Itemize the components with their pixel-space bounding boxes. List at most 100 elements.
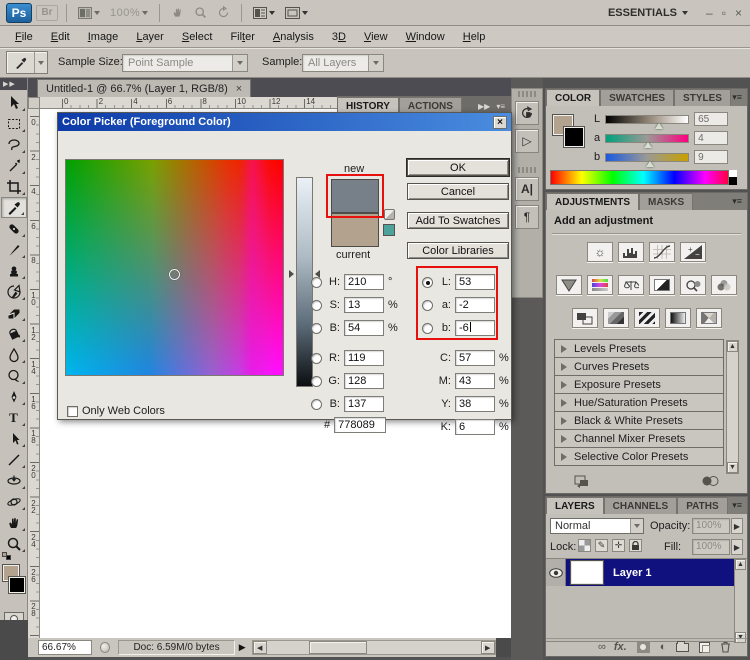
slider-thumb[interactable] [644, 142, 652, 148]
menu-edit[interactable]: Edit [42, 28, 79, 46]
tool-magic-wand[interactable] [1, 155, 27, 176]
color-spectrum-ramp[interactable] [550, 170, 737, 185]
zoom-level-dropdown[interactable]: 100% [107, 7, 151, 19]
gradient-map-adjustment-icon[interactable] [665, 308, 691, 328]
tool-lasso[interactable] [1, 134, 27, 155]
panel-menu-icon[interactable]: ▾≡ [732, 92, 747, 106]
preset-hue-saturation-presets[interactable]: Hue/Saturation Presets [554, 393, 724, 412]
bridge-button[interactable]: Br [36, 5, 58, 21]
preset-levels-presets[interactable]: Levels Presets [554, 339, 724, 358]
link-layers-icon[interactable]: ∞ [598, 641, 604, 653]
lock-transparency-icon[interactable] [578, 539, 591, 552]
preset-black-white-presets[interactable]: Black & White Presets [554, 411, 724, 430]
history-panel-icon[interactable] [515, 101, 539, 125]
actions-panel-icon[interactable]: ▷ [515, 129, 539, 153]
fill-slider-arrow[interactable]: ▶ [731, 539, 743, 555]
expand-triangle-icon[interactable] [561, 435, 567, 443]
status-info-icon[interactable] [100, 642, 111, 653]
menu-3d[interactable]: 3D [323, 28, 355, 46]
posterize-adjustment-icon[interactable] [603, 308, 629, 328]
h-input[interactable]: 210 [344, 274, 384, 290]
ok-button[interactable]: OK [407, 159, 509, 176]
r-input[interactable]: 119 [344, 350, 384, 366]
tool-clone-stamp[interactable] [1, 260, 27, 281]
dialog-titlebar[interactable]: Color Picker (Foreground Color) × [58, 113, 511, 131]
tool-line[interactable] [1, 449, 27, 470]
scroll-up-button[interactable]: ▲ [735, 559, 746, 570]
adjustments-tab-adjustments[interactable]: ADJUSTMENTS [546, 193, 639, 210]
minimize-button[interactable]: – [706, 6, 713, 20]
m-input[interactable]: 43 [455, 373, 495, 389]
menu-layer[interactable]: Layer [127, 28, 173, 46]
radio-h[interactable] [311, 277, 322, 288]
background-color-swatch[interactable] [8, 576, 26, 594]
expand-triangle-icon[interactable] [561, 345, 567, 353]
tool-hand[interactable] [1, 512, 27, 533]
fill-value[interactable]: 100% [692, 539, 730, 555]
opacity-slider-arrow[interactable]: ▶ [731, 518, 743, 534]
layer-visibility-cell[interactable] [546, 559, 566, 586]
L-value-input[interactable]: 65 [694, 112, 728, 126]
lock-all-icon[interactable] [629, 539, 642, 552]
black-white-adjustment-icon[interactable] [649, 275, 675, 295]
preset-curves-presets[interactable]: Curves Presets [554, 357, 724, 376]
scrollbar-thumb[interactable] [309, 641, 367, 654]
color-tab-swatches[interactable]: SWATCHES [600, 89, 674, 106]
dock-gripper[interactable] [518, 91, 536, 97]
vibrance-adjustment-icon[interactable] [556, 275, 582, 295]
panel-collapse-icon[interactable]: ▶▶ [478, 102, 490, 111]
tool-zoom[interactable] [1, 533, 27, 554]
document-close-icon[interactable]: × [236, 83, 242, 95]
invert-adjustment-icon[interactable] [572, 308, 598, 328]
paragraph-panel-icon[interactable]: ¶ [515, 205, 539, 229]
horizontal-ruler[interactable]: 0246810121416 [40, 97, 337, 109]
vertical-ruler[interactable]: 024681012141618202224262830 [28, 109, 40, 638]
radio-a[interactable] [422, 300, 433, 311]
menu-select[interactable]: Select [173, 28, 222, 46]
adjustment-layer-icon[interactable]: ◐ [660, 641, 667, 653]
document-tab[interactable]: Untitled-1 @ 66.7% (Layer 1, RGB/8) × [37, 79, 251, 97]
tool-paint-bucket[interactable] [1, 323, 27, 344]
workspace-switcher[interactable]: ESSENTIALS [608, 7, 688, 19]
expand-triangle-icon[interactable] [561, 381, 567, 389]
layers-tab-layers[interactable]: LAYERS [546, 497, 604, 514]
c-input[interactable]: 57 [455, 350, 495, 366]
radio-g[interactable] [311, 376, 322, 387]
web-safe-color-swatch[interactable] [383, 224, 395, 236]
color-tab-styles[interactable]: STYLES [674, 89, 731, 106]
tools-panel-collapse[interactable]: ▶▶ [0, 78, 27, 90]
menu-view[interactable]: View [355, 28, 397, 46]
clip-to-layer-icon[interactable] [701, 475, 719, 487]
tool-spot-healing[interactable] [1, 218, 27, 239]
tool-preset-picker[interactable] [6, 51, 48, 74]
current-color-swatch[interactable] [331, 213, 379, 247]
new-group-icon[interactable] [676, 643, 689, 652]
default-colors-icon[interactable] [2, 552, 12, 561]
preset-channel-mixer-presets[interactable]: Channel Mixer Presets [554, 429, 724, 448]
dock-gripper[interactable] [518, 167, 536, 173]
b-value-input[interactable]: 9 [694, 150, 728, 164]
tool-type[interactable]: T [1, 407, 27, 428]
menu-image[interactable]: Image [79, 28, 128, 46]
add-mask-icon[interactable] [637, 642, 650, 653]
rotate-view-button[interactable] [214, 6, 233, 19]
layers-tab-channels[interactable]: CHANNELS [604, 497, 678, 514]
delete-layer-icon[interactable] [720, 641, 731, 653]
slider-arrow-left-icon[interactable] [289, 270, 294, 278]
layer-thumbnail[interactable] [571, 561, 603, 584]
zoom-tool-button[interactable] [191, 6, 210, 19]
sample-size-dropdown[interactable]: Point Sample [122, 54, 248, 72]
preset-selective-color-presets[interactable]: Selective Color Presets [554, 447, 724, 466]
return-to-list-icon[interactable] [574, 475, 591, 488]
tool-eraser[interactable] [1, 302, 27, 323]
menu-analysis[interactable]: Analysis [264, 28, 323, 46]
status-expand-icon[interactable]: ▶ [239, 642, 246, 653]
radio-s[interactable] [311, 300, 322, 311]
tool-move[interactable] [1, 92, 27, 113]
slider-thumb[interactable] [646, 161, 654, 167]
tool-crop[interactable] [1, 176, 27, 197]
layer-row[interactable]: Layer 1 [546, 559, 734, 586]
hex-input[interactable]: 778089 [334, 417, 386, 433]
opacity-value[interactable]: 100% [692, 518, 730, 534]
color-field-marker[interactable] [169, 269, 180, 280]
